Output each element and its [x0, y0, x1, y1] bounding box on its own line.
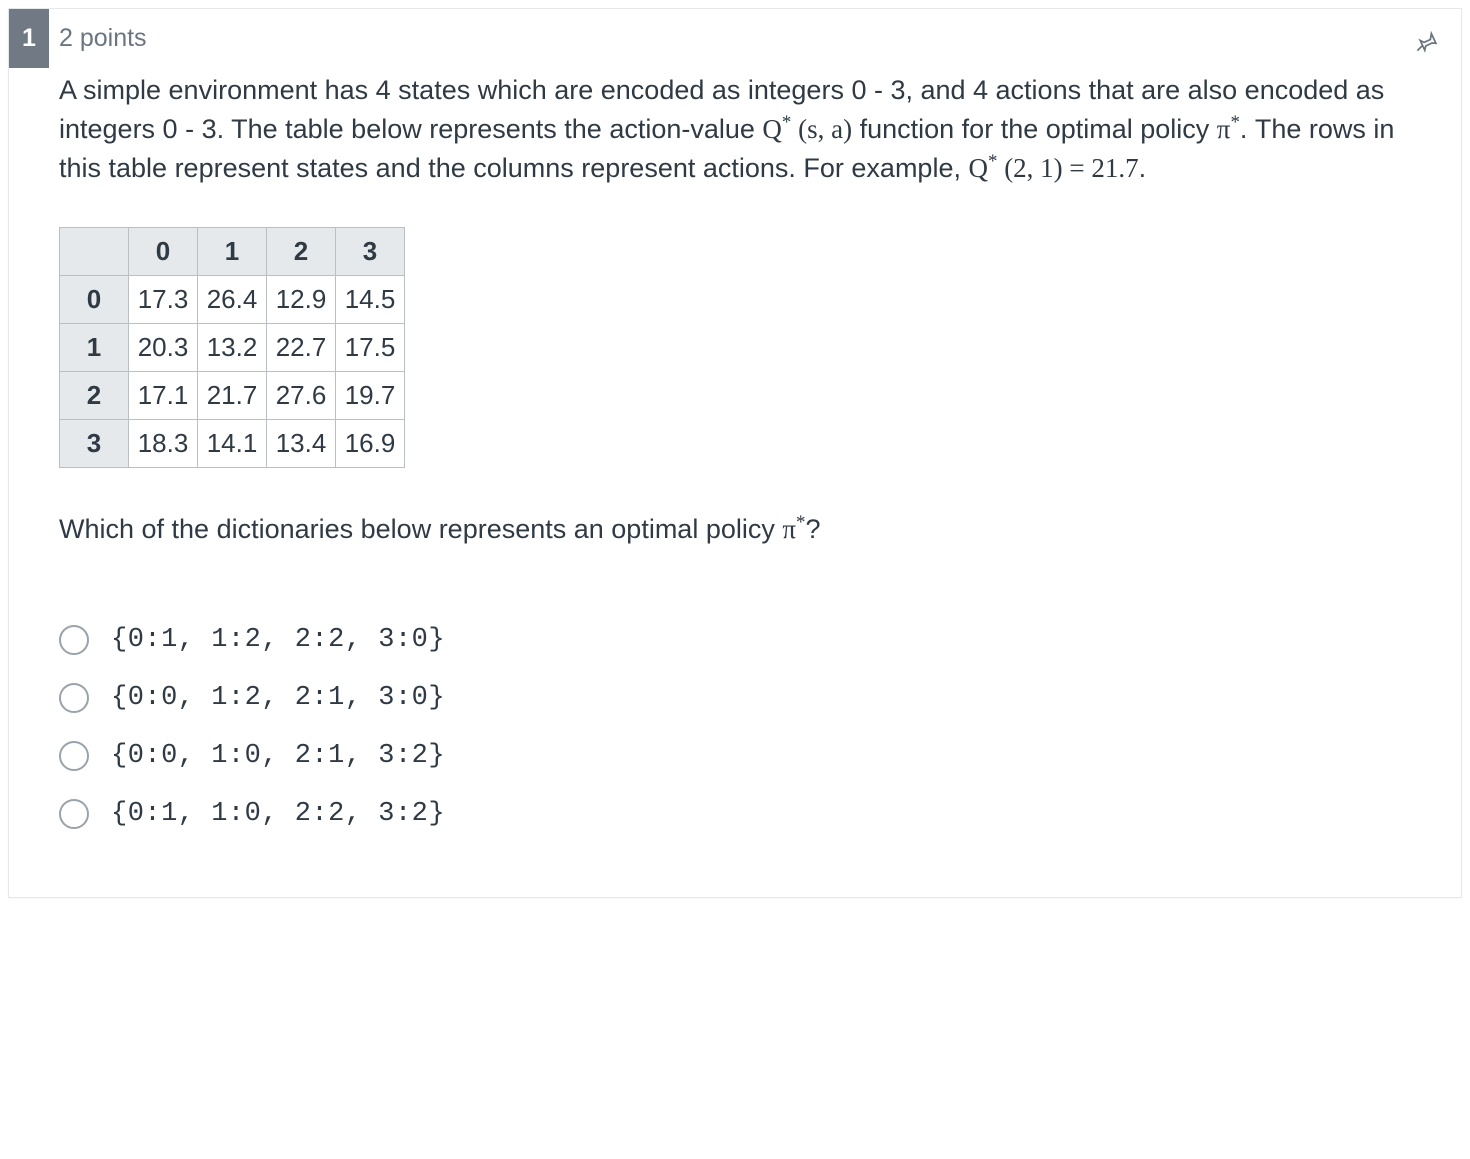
- cell: 27.6: [267, 372, 336, 420]
- radio-icon: [59, 799, 89, 829]
- option-label: {0:0, 1:2, 2:1, 3:0}: [111, 683, 445, 713]
- table-row: 3 18.3 14.1 13.4 16.9: [60, 420, 405, 468]
- row-header: 3: [60, 420, 129, 468]
- corner-cell: [60, 228, 129, 276]
- table-header-row: 0 1 2 3: [60, 228, 405, 276]
- answer-option[interactable]: {0:1, 1:0, 2:2, 3:2}: [59, 799, 1411, 829]
- question-header: 1 2 points: [9, 9, 1461, 68]
- radio-icon: [59, 683, 89, 713]
- points-label: 2 points: [49, 9, 159, 68]
- cell: 13.2: [198, 324, 267, 372]
- table-row: 1 20.3 13.2 22.7 17.5: [60, 324, 405, 372]
- q-value-table: 0 1 2 3 0 17.3 26.4 12.9 14.5 1 20.3 13.…: [59, 227, 405, 468]
- table-row: 0 17.3 26.4 12.9 14.5: [60, 276, 405, 324]
- question-body: A simple environment has 4 states which …: [9, 68, 1461, 897]
- row-header: 1: [60, 324, 129, 372]
- option-label: {0:1, 1:2, 2:2, 3:0}: [111, 625, 445, 655]
- cell: 18.3: [129, 420, 198, 468]
- col-header: 1: [198, 228, 267, 276]
- cell: 17.1: [129, 372, 198, 420]
- prompt-text: A simple environment has 4 states which …: [59, 72, 1411, 187]
- radio-icon: [59, 741, 89, 771]
- table-row: 2 17.1 21.7 27.6 19.7: [60, 372, 405, 420]
- cell: 19.7: [336, 372, 405, 420]
- cell: 22.7: [267, 324, 336, 372]
- row-header: 0: [60, 276, 129, 324]
- cell: 13.4: [267, 420, 336, 468]
- cell: 17.3: [129, 276, 198, 324]
- answer-options: {0:1, 1:2, 2:2, 3:0} {0:0, 1:2, 2:1, 3:0…: [59, 625, 1411, 829]
- pin-icon[interactable]: [1413, 29, 1439, 62]
- option-label: {0:0, 1:0, 2:1, 3:2}: [111, 741, 445, 771]
- question-number: 1: [9, 9, 49, 68]
- answer-option[interactable]: {0:1, 1:2, 2:2, 3:0}: [59, 625, 1411, 655]
- cell: 20.3: [129, 324, 198, 372]
- col-header: 2: [267, 228, 336, 276]
- answer-option[interactable]: {0:0, 1:2, 2:1, 3:0}: [59, 683, 1411, 713]
- col-header: 0: [129, 228, 198, 276]
- radio-icon: [59, 625, 89, 655]
- answer-option[interactable]: {0:0, 1:0, 2:1, 3:2}: [59, 741, 1411, 771]
- followup-question: Which of the dictionaries below represen…: [59, 512, 1411, 545]
- cell: 14.5: [336, 276, 405, 324]
- row-header: 2: [60, 372, 129, 420]
- col-header: 3: [336, 228, 405, 276]
- cell: 17.5: [336, 324, 405, 372]
- option-label: {0:1, 1:0, 2:2, 3:2}: [111, 799, 445, 829]
- cell: 16.9: [336, 420, 405, 468]
- cell: 12.9: [267, 276, 336, 324]
- cell: 14.1: [198, 420, 267, 468]
- cell: 26.4: [198, 276, 267, 324]
- question-card: 1 2 points A simple environment has 4 st…: [8, 8, 1462, 898]
- cell: 21.7: [198, 372, 267, 420]
